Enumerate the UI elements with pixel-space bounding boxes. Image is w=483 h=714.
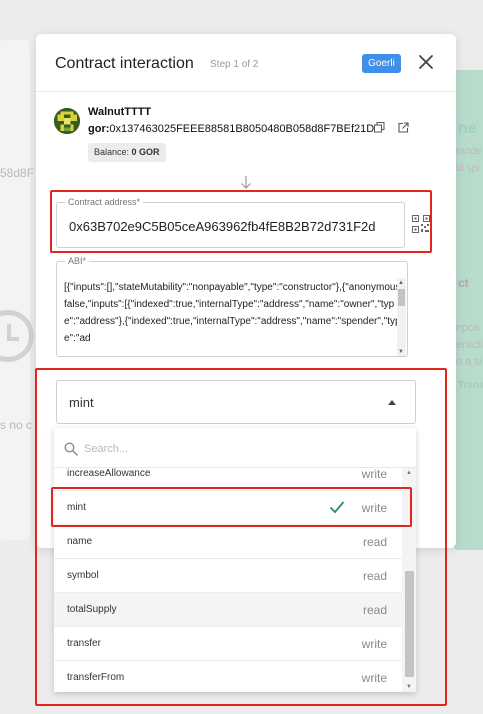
dropdown-scrollbar-thumb[interactable] — [405, 571, 414, 677]
option-type: write — [361, 501, 387, 515]
option-type: read — [362, 535, 387, 549]
background-title-fragment: ne — [458, 120, 477, 137]
background-compose-3: o a si — [456, 356, 483, 368]
search-icon — [64, 442, 78, 456]
background-empty-text: s no c — [0, 418, 33, 432]
option-type: write — [361, 671, 387, 685]
abi-value: [{"inputs":[],"stateMutability":"nonpaya… — [64, 282, 407, 344]
qr-code-icon[interactable] — [412, 215, 430, 233]
address-value: 0x137463025FEEE88581B8050480B058d8F7BEf2… — [109, 123, 375, 135]
option-increaseallowance[interactable]: increaseAllowance write — [54, 468, 402, 491]
balance-label: Balance: — [94, 147, 130, 157]
contract-address-field[interactable]: Contract address* 0x63B702e9C5B05ceA9639… — [56, 197, 405, 248]
contract-address-label: Contract address* — [65, 197, 144, 207]
option-name: transfer — [67, 638, 101, 649]
abi-label: ABI* — [65, 256, 90, 266]
scroll-down-icon[interactable]: ▼ — [406, 684, 412, 690]
external-link-icon[interactable] — [398, 122, 409, 133]
abi-field[interactable]: ABI* [{"inputs":[],"stateMutability":"no… — [56, 256, 408, 357]
balance-badge: Balance: 0 GOR — [88, 143, 166, 162]
method-select[interactable]: mint — [56, 380, 416, 424]
background-compose-2: eracti — [456, 339, 483, 351]
method-options: increaseAllowance write mint write name … — [54, 468, 402, 692]
account-address: gor:0x137463025FEEE88581B8050480B058d8F7… — [88, 123, 374, 135]
option-type: write — [361, 637, 387, 651]
option-type: read — [362, 603, 387, 617]
option-transfer[interactable]: transfer write — [54, 627, 402, 661]
arrow-down-icon — [241, 176, 251, 189]
option-name: transferFrom — [67, 672, 125, 683]
background-ct-fragment: ct — [458, 276, 469, 290]
abi-scrollbar-thumb[interactable] — [398, 289, 405, 306]
background-line-1: rande — [456, 146, 482, 157]
method-dropdown: increaseAllowance write mint write name … — [54, 428, 416, 692]
account-name: WalnutTTTT — [88, 106, 152, 118]
option-mint[interactable]: mint write — [54, 491, 402, 525]
check-icon — [329, 501, 345, 514]
option-name: mint — [67, 502, 86, 513]
balance-value: 0 GOR — [131, 147, 160, 157]
close-icon — [419, 55, 433, 69]
modal-step: Step 1 of 2 — [210, 59, 259, 70]
option-name: totalSupply — [67, 604, 117, 615]
method-search-input[interactable] — [84, 438, 384, 460]
method-select-value: mint — [69, 395, 94, 410]
network-badge: Goerli — [362, 54, 401, 73]
caret-up-icon — [388, 400, 396, 405]
option-symbol[interactable]: symbol read — [54, 559, 402, 593]
scroll-down-icon[interactable]: ▼ — [398, 349, 404, 355]
background-compose-4: Trans — [458, 380, 483, 391]
close-button[interactable] — [416, 52, 436, 72]
address-prefix: gor: — [88, 123, 110, 135]
background-accent-card — [454, 70, 483, 550]
dropdown-scrollbar[interactable]: ▲ ▼ — [402, 468, 416, 692]
background-panel — [0, 40, 30, 540]
option-name: name — [67, 536, 93, 547]
option-type: write — [361, 468, 387, 481]
modal-title: Contract interaction — [55, 55, 194, 72]
background-address-fragment: 58d8F — [0, 166, 35, 180]
scroll-up-icon[interactable]: ▲ — [406, 470, 412, 476]
option-transferfrom[interactable]: transferFrom write — [54, 661, 402, 692]
option-totalsupply[interactable]: totalSupply read — [54, 593, 402, 627]
option-type: read — [362, 569, 387, 583]
background-line-2: ul spi — [456, 163, 480, 174]
avatar — [54, 108, 80, 134]
method-search — [54, 428, 416, 468]
option-name-fn[interactable]: name read — [54, 525, 402, 559]
copy-icon[interactable] — [374, 122, 385, 133]
option-name: increaseAllowance — [67, 468, 151, 479]
scroll-up-icon[interactable]: ▲ — [398, 280, 404, 286]
option-name: symbol — [67, 570, 99, 581]
modal-header: Contract interaction Step 1 of 2 Goerli — [36, 34, 456, 92]
background-compose-1: npos — [456, 322, 480, 334]
abi-scrollbar[interactable]: ▲ ▼ — [397, 278, 406, 356]
contract-address-value: 0x63B702e9C5B05ceA963962fb4fE8B2B72d731F… — [69, 219, 376, 234]
